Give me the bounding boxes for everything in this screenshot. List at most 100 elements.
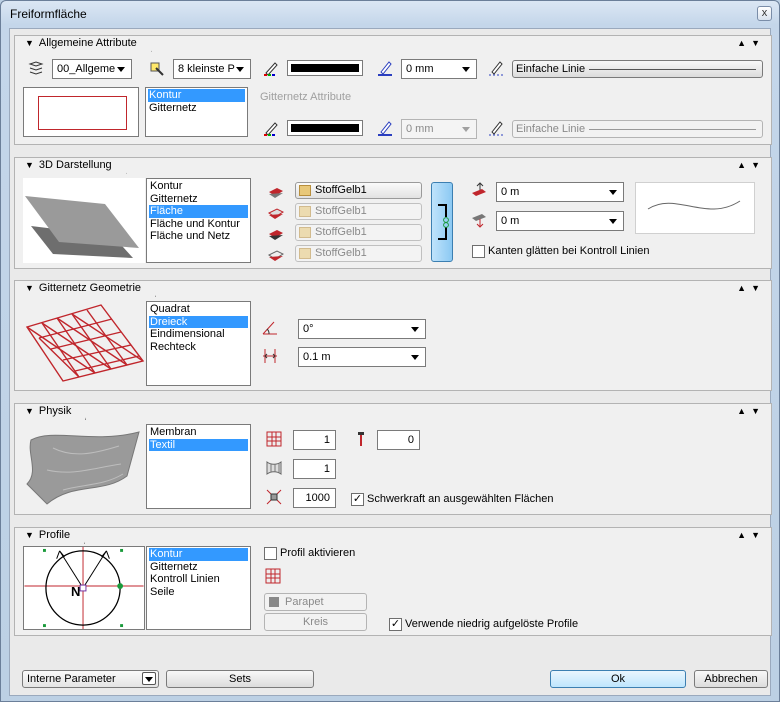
material-label: StoffGelb1 — [315, 226, 367, 238]
collapse-icon[interactable]: ▼ — [25, 38, 34, 48]
panel-physik: ▼ Physik ▲▼ Membran Textil 1 0 1 1000 ✓ Sc… — [14, 403, 772, 515]
physics-field-4[interactable]: 1000 — [293, 488, 336, 508]
attribute-target-list[interactable]: Kontur Gitternetz — [145, 87, 248, 137]
grid-type-list[interactable]: Quadrat Dreieck Eindimensional Rechteck — [146, 301, 251, 386]
lowres-profiles-checkbox[interactable]: ✓ Verwende niedrig aufgelöste Profile — [389, 617, 578, 631]
panel-header[interactable]: ▼ Physik — [19, 404, 86, 420]
field-value: 1 — [323, 463, 330, 475]
panel-tab[interactable]: ▼ 3D Darstellung — [19, 158, 127, 174]
list-item[interactable]: Kontroll Linien — [149, 573, 248, 586]
list-item[interactable]: Fläche und Netz — [149, 230, 248, 243]
chevron-down-icon — [411, 355, 419, 360]
collapse-icon[interactable]: ▼ — [25, 530, 34, 540]
physics-field-2[interactable]: 0 — [377, 430, 420, 450]
offset-bottom-select[interactable]: 0 m — [496, 211, 624, 231]
physics-type-list[interactable]: Membran Textil — [146, 424, 251, 509]
chevron-down-icon — [462, 67, 470, 72]
list-item[interactable]: Seile — [149, 586, 248, 599]
checkbox-box[interactable] — [472, 244, 485, 258]
parapet-button[interactable]: Parapet — [264, 593, 367, 611]
list-item[interactable]: Kontur — [148, 89, 245, 102]
list-item[interactable]: Fläche — [149, 205, 248, 218]
panel-tab[interactable]: ▼ Allgemeine Attribute — [19, 36, 152, 52]
list-item[interactable]: Rechteck — [149, 341, 248, 354]
pen-color-swatch[interactable] — [287, 60, 363, 76]
panel-header[interactable]: ▼ Gitternetz Geometrie — [19, 281, 156, 297]
list-item[interactable]: Gitternetz — [149, 561, 248, 574]
panel-header[interactable]: ▼ 3D Darstellung — [19, 158, 127, 174]
panel-arrows-icon[interactable]: ▲▼ — [737, 283, 765, 293]
pen-color-icon — [264, 62, 278, 76]
physics-field-1[interactable]: 1 — [293, 430, 336, 450]
chevron-down-icon — [236, 67, 244, 72]
cancel-button[interactable]: Abbrechen — [694, 670, 768, 688]
panel-tab[interactable]: ▼ Physik — [19, 404, 86, 420]
title-bar: Freiformfläche x — [1, 1, 779, 27]
gravity-checkbox[interactable]: ✓ Schwerkraft an ausgewählten Flächen — [351, 492, 554, 506]
panel-arrows-icon[interactable]: ▲▼ — [737, 38, 765, 48]
list-item[interactable]: Quadrat — [149, 303, 248, 316]
panel-title: Gitternetz Geometrie — [38, 282, 142, 294]
panel-arrows-icon[interactable]: ▲▼ — [737, 406, 765, 416]
layer-select[interactable]: 00_Allgeme — [52, 59, 132, 79]
collapse-icon[interactable]: ▼ — [25, 406, 34, 416]
grid-angle-select[interactable]: 0° — [298, 319, 426, 339]
list-item[interactable]: Kontur — [149, 548, 248, 561]
button-label: Ok — [610, 673, 626, 685]
panel-arrows-icon[interactable]: ▲▼ — [737, 160, 765, 170]
panel-header[interactable]: ▼ Allgemeine Attribute — [19, 36, 152, 52]
material-button-3[interactable]: StoffGelb1 — [295, 224, 422, 241]
offset-top-select[interactable]: 0 m — [496, 182, 624, 202]
color-fill — [291, 124, 359, 132]
grid-width-select[interactable]: 0 mm — [401, 119, 477, 139]
line-preview — [589, 129, 756, 130]
line-type-icon — [489, 61, 503, 76]
close-icon: x — [761, 7, 768, 19]
grid-attributes-label: Gitternetz Attribute — [260, 91, 352, 103]
material-link-button[interactable] — [431, 182, 453, 262]
grid-spacing-select[interactable]: 0.1 m — [298, 347, 426, 367]
panel-3d-darstellung: ▼ 3D Darstellung ▲▼ Kontur Gitternetz Fläch… — [14, 157, 772, 269]
panel-tab[interactable]: ▼ Gitternetz Geometrie — [19, 281, 156, 297]
list-item[interactable]: Fläche und Kontur — [149, 218, 248, 231]
stretch-icon — [266, 461, 282, 475]
material-button-2[interactable]: StoffGelb1 — [295, 203, 422, 220]
collapse-icon[interactable]: ▼ — [25, 160, 34, 170]
checkbox-box[interactable] — [264, 546, 277, 560]
grid-icon[interactable] — [264, 567, 282, 585]
parameters-select[interactable]: Interne Parameter — [22, 670, 159, 688]
material-button-4[interactable]: StoffGelb1 — [295, 245, 422, 262]
list-item[interactable]: Eindimensional — [149, 328, 248, 341]
panel-header[interactable]: ▼ Profile — [19, 528, 85, 544]
button-label: Sets — [228, 673, 251, 685]
profile-target-list[interactable]: Kontur Gitternetz Kontroll Linien Seile — [146, 546, 251, 630]
list-item[interactable]: Gitternetz — [148, 102, 245, 115]
list-item[interactable]: Kontur — [149, 180, 248, 193]
sets-button[interactable]: Sets — [166, 670, 314, 688]
smooth-edges-checkbox[interactable]: Kanten glätten bei Kontroll Linien — [472, 244, 649, 258]
pen-select[interactable]: 8 kleinste P — [173, 59, 251, 79]
material-button-1[interactable]: StoffGelb1 — [295, 182, 422, 199]
display-mode-list[interactable]: Kontur Gitternetz Fläche Fläche und Kontur F… — [146, 178, 251, 263]
pen-width-icon — [378, 61, 392, 76]
pen-width-select[interactable]: 0 mm — [401, 59, 477, 79]
list-item[interactable]: Textil — [149, 438, 248, 452]
close-button[interactable]: x — [757, 6, 772, 21]
collapse-icon[interactable]: ▼ — [25, 283, 34, 293]
line-type-button[interactable]: Einfache Linie — [512, 60, 763, 78]
checkbox-box[interactable]: ✓ — [351, 492, 364, 506]
physics-field-3[interactable]: 1 — [293, 459, 336, 479]
ok-button[interactable]: Ok — [550, 670, 686, 688]
panel-tab[interactable]: ▼ Profile — [19, 528, 85, 544]
list-item[interactable]: Gitternetz — [149, 193, 248, 206]
checkbox-box[interactable]: ✓ — [389, 617, 402, 631]
activate-profile-checkbox[interactable]: Profil aktivieren — [264, 546, 355, 560]
grid-line-type-value: Einfache Linie — [516, 123, 586, 135]
grid-line-type-button[interactable]: Einfache Linie — [512, 120, 763, 138]
list-item[interactable]: Membran — [149, 426, 248, 439]
list-item[interactable]: Dreieck — [149, 315, 248, 329]
panel-arrows-icon[interactable]: ▲▼ — [737, 530, 765, 540]
kreis-button[interactable]: Kreis — [264, 613, 367, 631]
grid-color-swatch[interactable] — [287, 120, 363, 136]
link-chain-icon — [438, 204, 449, 240]
